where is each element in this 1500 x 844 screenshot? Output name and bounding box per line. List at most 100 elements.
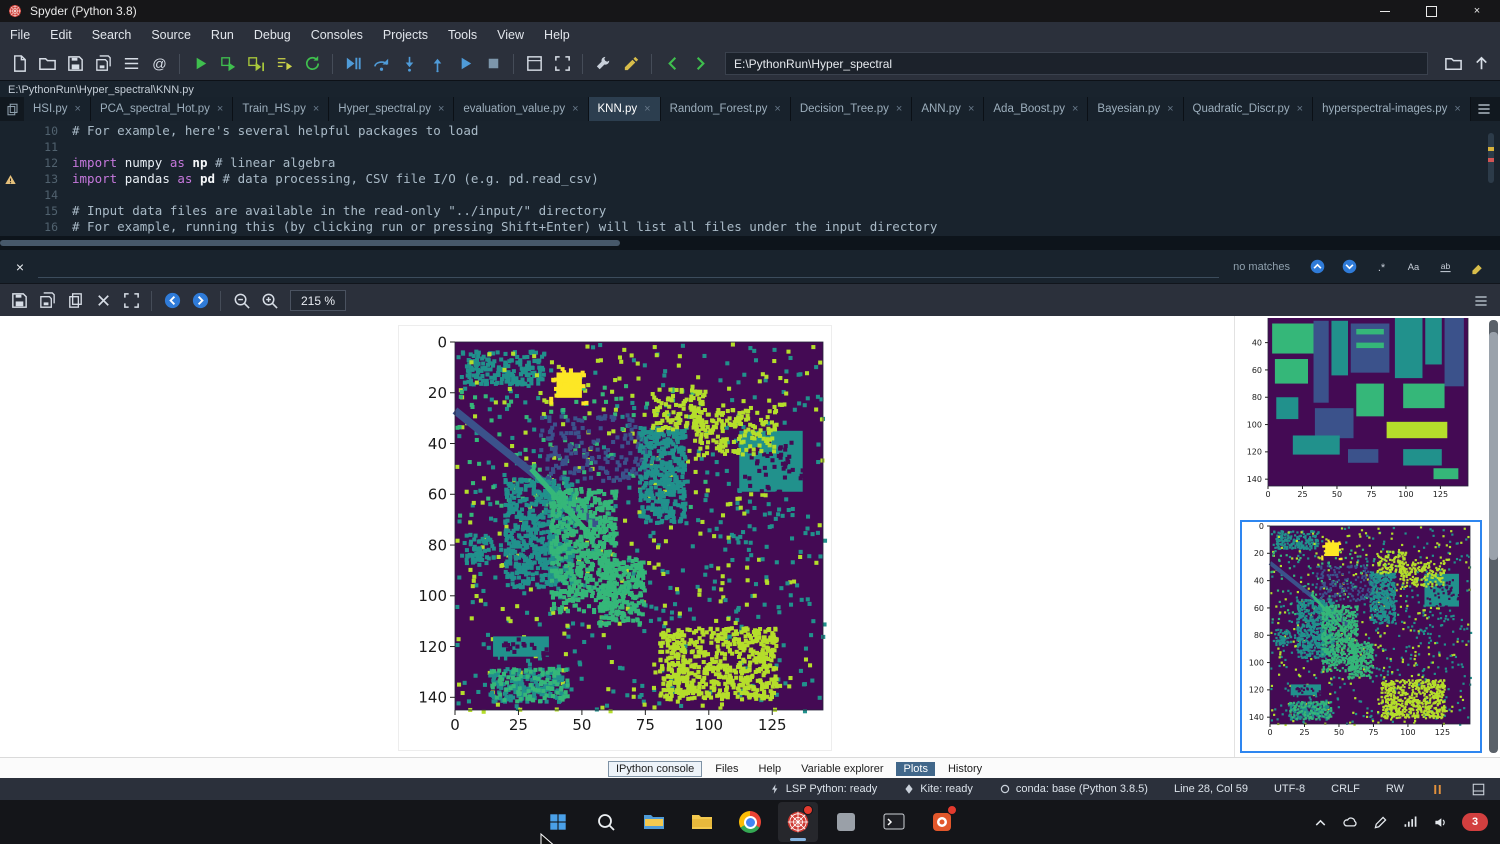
run-cell-button[interactable] (215, 51, 241, 77)
close-button[interactable]: × (1454, 0, 1500, 22)
editor-tab-ada_boost-py[interactable]: Ada_Boost.py× (984, 97, 1088, 121)
tray-chevron-up-button[interactable] (1312, 814, 1329, 831)
menu-view[interactable]: View (487, 22, 534, 47)
run-cell-advance-button[interactable] (243, 51, 269, 77)
zoom-out-button[interactable] (228, 288, 254, 314)
taskbar-app-orange-button[interactable] (922, 802, 962, 842)
pane-tab-ipython-console[interactable]: IPython console (608, 761, 702, 777)
minimize-button[interactable] (1362, 0, 1408, 22)
menu-help[interactable]: Help (534, 22, 580, 47)
plots-vscrollbar-thumb[interactable] (1489, 332, 1498, 560)
editor-hscrollbar-thumb[interactable] (0, 240, 620, 246)
taskbar-spyder-button[interactable] (778, 802, 818, 842)
clean-namespace-button[interactable] (618, 51, 644, 77)
editor-tab-hyperspectral-images-py[interactable]: hyperspectral-images.py× (1313, 97, 1471, 121)
new-file-button[interactable] (6, 51, 32, 77)
run-file-button[interactable] (187, 51, 213, 77)
editor-tab-decision_tree-py[interactable]: Decision_Tree.py× (791, 97, 913, 121)
close-tab-icon[interactable]: × (572, 103, 578, 115)
save-all-plots-button[interactable] (34, 288, 60, 314)
save-plot-button[interactable] (6, 288, 32, 314)
close-tab-icon[interactable]: × (438, 103, 444, 115)
close-tab-icon[interactable]: × (968, 103, 974, 115)
copy-plot-button[interactable] (62, 288, 88, 314)
find-input[interactable] (38, 255, 1219, 278)
tray-pen-button[interactable] (1372, 814, 1389, 831)
taskbar-chrome-button[interactable] (730, 802, 770, 842)
notification-count-badge[interactable]: 3 (1462, 813, 1488, 831)
menu-edit[interactable]: Edit (40, 22, 82, 47)
menu-run[interactable]: Run (201, 22, 244, 47)
close-tab-icon[interactable]: × (75, 103, 81, 115)
menu-debug[interactable]: Debug (244, 22, 301, 47)
step-over-button[interactable] (368, 51, 394, 77)
editor-tab-bayesian-py[interactable]: Bayesian.py× (1088, 97, 1183, 121)
zoom-in-button[interactable] (256, 288, 282, 314)
maximize-pane-button[interactable] (521, 51, 547, 77)
pane-tab-variable-explorer[interactable]: Variable explorer (794, 762, 890, 776)
close-tab-icon[interactable]: × (1454, 103, 1460, 115)
plot-thumbnail-1[interactable]: 0204060801001201400255075100125 (1240, 318, 1480, 512)
step-into-button[interactable] (396, 51, 422, 77)
back-button[interactable] (659, 51, 685, 77)
taskbar-app-gray-button[interactable] (826, 802, 866, 842)
pane-tab-history[interactable]: History (941, 762, 989, 776)
editor-tab-pca_spectral_hot-py[interactable]: PCA_spectral_Hot.py× (91, 97, 233, 121)
tray-cloud-button[interactable] (1342, 814, 1359, 831)
editor-tab-knn-py[interactable]: KNN.py× (589, 97, 661, 121)
previous-match-button[interactable] (1304, 254, 1330, 280)
parent-directory-button[interactable] (1468, 51, 1494, 77)
editor-tab-random_forest-py[interactable]: Random_Forest.py× (661, 97, 791, 121)
next-plot-button[interactable] (187, 288, 213, 314)
case-sensitive-toggle-button[interactable]: Aa (1400, 254, 1426, 280)
close-tab-icon[interactable]: × (896, 103, 902, 115)
pane-tab-plots[interactable]: Plots (896, 762, 934, 776)
editor-tab-ann-py[interactable]: ANN.py× (912, 97, 984, 121)
tabbar-options-button[interactable] (1472, 97, 1496, 121)
pane-tab-files[interactable]: Files (708, 762, 745, 776)
fit-plots-to-window-button[interactable] (118, 288, 144, 314)
taskbar-search-button[interactable] (586, 802, 626, 842)
pane-tab-help[interactable]: Help (752, 762, 789, 776)
open-working-directory-button[interactable] (1440, 51, 1466, 77)
editor-tab-train_hs-py[interactable]: Train_HS.py× (233, 97, 329, 121)
close-tab-icon[interactable]: × (313, 103, 319, 115)
taskbar-app-terminal-button[interactable] (874, 802, 914, 842)
menu-tools[interactable]: Tools (438, 22, 487, 47)
open-file-button[interactable] (34, 51, 60, 77)
maximize-button[interactable] (1408, 0, 1454, 22)
previous-plot-button[interactable] (159, 288, 185, 314)
close-tab-icon[interactable]: × (1072, 103, 1078, 115)
preferences-button[interactable] (590, 51, 616, 77)
run-selection-button[interactable] (271, 51, 297, 77)
save-file-button[interactable] (62, 51, 88, 77)
editor-tab-hyper_spectral-py[interactable]: Hyper_spectral.py× (329, 97, 454, 121)
remove-plot-button[interactable] (90, 288, 116, 314)
editor-tab-evaluation_value-py[interactable]: evaluation_value.py× (454, 97, 588, 121)
regex-toggle-button[interactable]: .* (1368, 254, 1394, 280)
working-directory-input[interactable]: E:\PythonRun\Hyper_spectral (725, 52, 1428, 75)
browse-tabs-button[interactable] (0, 97, 24, 121)
plot-thumbnail-2-selected[interactable]: 0204060801001201400255075100125 (1240, 520, 1482, 753)
next-match-button[interactable] (1336, 254, 1362, 280)
close-search-icon[interactable]: × (10, 259, 30, 275)
menu-projects[interactable]: Projects (373, 22, 438, 47)
highlight-matches-toggle-button[interactable] (1464, 254, 1490, 280)
taskbar-folder-button[interactable] (682, 802, 722, 842)
panel-toggle-button[interactable] (1471, 782, 1486, 797)
continue-execution-button[interactable] (452, 51, 478, 77)
close-tab-icon[interactable]: × (217, 103, 223, 115)
forward-button[interactable] (687, 51, 713, 77)
interrupt-kernel-button[interactable] (1430, 782, 1445, 797)
menu-file[interactable]: File (0, 22, 40, 47)
taskbar-file-explorer-button[interactable] (634, 802, 674, 842)
fullscreen-mode-button[interactable] (549, 51, 575, 77)
step-return-button[interactable] (424, 51, 450, 77)
close-tab-icon[interactable]: × (1167, 103, 1173, 115)
tray-volume-button[interactable] (1432, 814, 1449, 831)
close-tab-icon[interactable]: × (1297, 103, 1303, 115)
tray-network-button[interactable] (1402, 814, 1419, 831)
re-run-cell-button[interactable] (299, 51, 325, 77)
close-tab-icon[interactable]: × (774, 103, 780, 115)
menu-search[interactable]: Search (82, 22, 142, 47)
